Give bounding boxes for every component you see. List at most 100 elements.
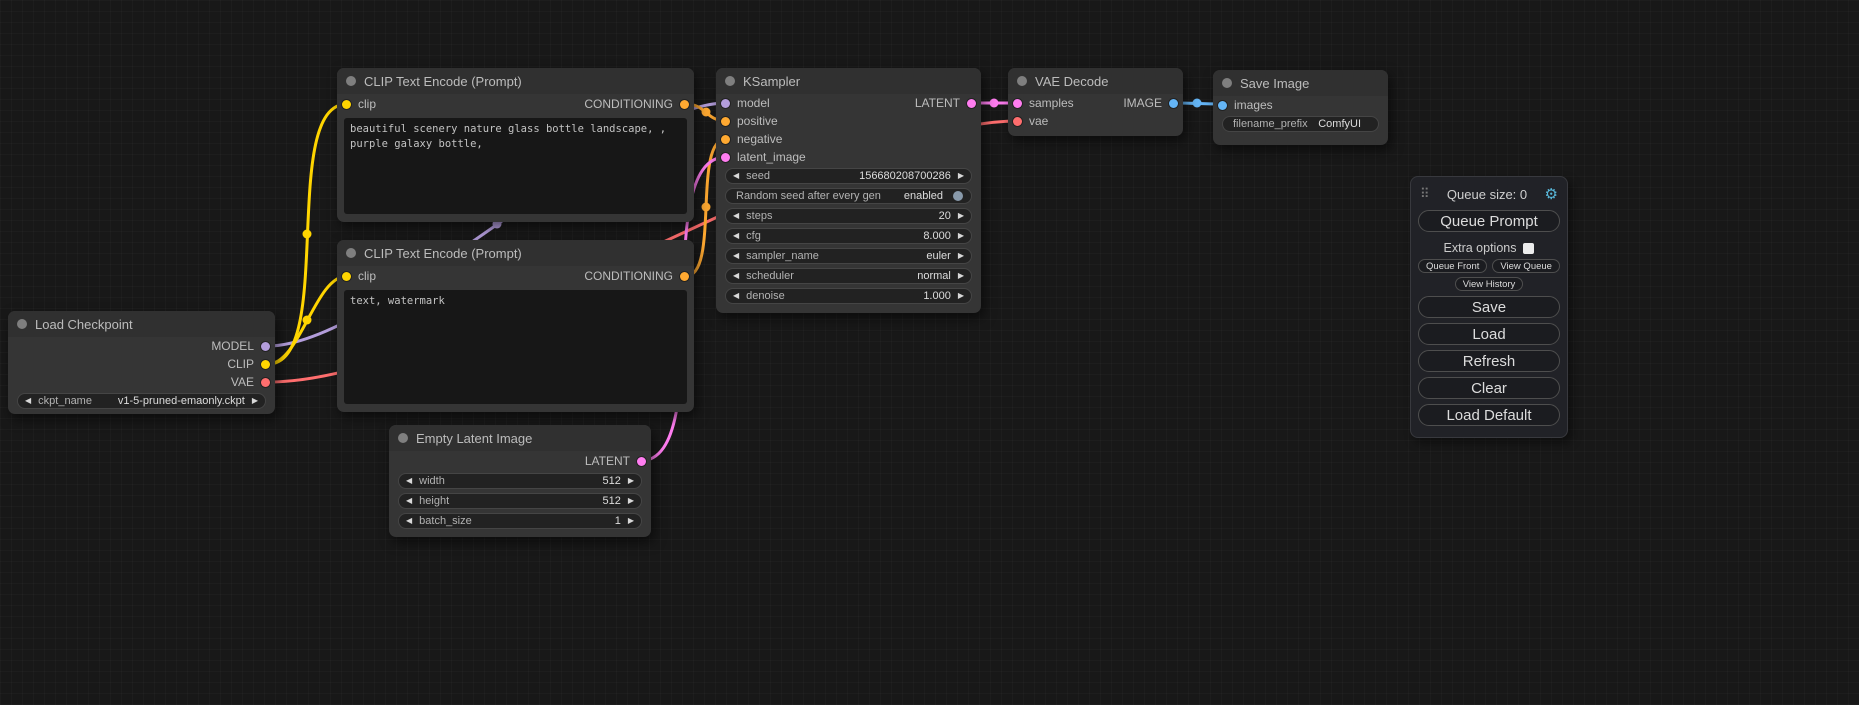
save-button[interactable]: Save [1418,296,1560,318]
latent-output-slot[interactable] [637,457,646,466]
decrement-arrow-icon[interactable]: ◀ [733,212,739,220]
link-midpoint-dot [702,108,711,117]
node-vae-decode: VAE Decode samples IMAGE vae [1008,68,1183,136]
node-title: Load Checkpoint [35,317,133,332]
decrement-arrow-icon[interactable]: ◀ [733,232,739,240]
node-clip-text-encode-positive: CLIP Text Encode (Prompt) clip CONDITION… [337,68,694,222]
node-title-bar[interactable]: VAE Decode [1008,68,1183,94]
link-midpoint-dot [1193,99,1202,108]
increment-arrow-icon[interactable]: ▶ [958,292,964,300]
node-title: Empty Latent Image [416,431,532,446]
image-output-label: IMAGE [1123,96,1162,110]
view-history-button[interactable]: View History [1455,277,1524,291]
samples-input-slot[interactable] [1013,99,1022,108]
load-default-button[interactable]: Load Default [1418,404,1560,426]
increment-arrow-icon[interactable]: ▶ [628,477,634,485]
denoise-widget[interactable]: ◀ denoise 1.000 ▶ [725,288,972,304]
height-widget[interactable]: ◀ height 512 ▶ [398,493,642,509]
link-midpoint-dot [303,316,312,325]
random-seed-toggle-widget[interactable]: Random seed after every gen enabled [725,188,972,204]
sampler-name-widget[interactable]: ◀ sampler_name euler ▶ [725,248,972,264]
increment-arrow-icon[interactable]: ▶ [958,212,964,220]
latent-output-slot[interactable] [967,99,976,108]
queue-prompt-button[interactable]: Queue Prompt [1418,210,1560,232]
positive-prompt-textarea[interactable]: beautiful scenery nature glass bottle la… [344,118,687,214]
increment-arrow-icon[interactable]: ▶ [958,272,964,280]
increment-arrow-icon[interactable]: ▶ [628,497,634,505]
node-title-bar[interactable]: Empty Latent Image [389,425,651,451]
increment-arrow-icon[interactable]: ▶ [958,252,964,260]
conditioning-output-slot[interactable] [680,272,689,281]
vae-input-label: vae [1029,114,1048,128]
settings-gear-icon[interactable]: ⚙ [1545,185,1558,203]
refresh-button[interactable]: Refresh [1418,350,1560,372]
conditioning-output-slot[interactable] [680,100,689,109]
seed-widget[interactable]: ◀ seed 156680208700286 ▶ [725,168,972,184]
clip-output-slot[interactable] [261,360,270,369]
cfg-widget[interactable]: ◀ cfg 8.000 ▶ [725,228,972,244]
node-clip-text-encode-negative: CLIP Text Encode (Prompt) clip CONDITION… [337,240,694,412]
node-title-bar[interactable]: Save Image [1213,70,1388,96]
menu-drag-handle-icon[interactable]: ⠿ [1420,186,1430,202]
node-title-bar[interactable]: KSampler [716,68,981,94]
images-input-slot[interactable] [1218,101,1227,110]
width-widget[interactable]: ◀ width 512 ▶ [398,473,642,489]
negative-input-slot[interactable] [721,135,730,144]
extra-options-label: Extra options [1444,241,1517,255]
clear-button[interactable]: Clear [1418,377,1560,399]
conditioning-output-label: CONDITIONING [584,269,673,283]
node-status-dot [725,76,735,86]
vae-input-slot[interactable] [1013,117,1022,126]
node-load-checkpoint: Load Checkpoint MODEL CLIP VAE ◀ ckpt_na… [8,311,275,414]
node-status-dot [346,76,356,86]
view-queue-button[interactable]: View Queue [1492,259,1560,273]
images-input-label: images [1234,98,1273,112]
decrement-arrow-icon[interactable]: ◀ [733,272,739,280]
model-output-slot[interactable] [261,342,270,351]
decrement-arrow-icon[interactable]: ◀ [25,397,31,405]
widget-value: v1-5-pruned-emaonly.ckpt [118,395,245,407]
toggle-on-dot[interactable] [953,191,963,201]
decrement-arrow-icon[interactable]: ◀ [733,172,739,180]
latent-output-label: LATENT [915,96,960,110]
node-title-bar[interactable]: CLIP Text Encode (Prompt) [337,68,694,94]
node-title-bar[interactable]: CLIP Text Encode (Prompt) [337,240,694,266]
extra-options-checkbox[interactable] [1523,243,1534,254]
increment-arrow-icon[interactable]: ▶ [252,397,258,405]
filename-prefix-widget[interactable]: filename_prefix ComfyUI [1222,116,1379,132]
clip-input-label: clip [358,97,376,111]
negative-prompt-textarea[interactable]: text, watermark [344,290,687,404]
scheduler-widget[interactable]: ◀ scheduler normal ▶ [725,268,972,284]
node-status-dot [17,319,27,329]
clip-input-slot[interactable] [342,100,351,109]
decrement-arrow-icon[interactable]: ◀ [406,477,412,485]
node-status-dot [1017,76,1027,86]
samples-input-label: samples [1029,96,1074,110]
steps-widget[interactable]: ◀ steps 20 ▶ [725,208,972,224]
increment-arrow-icon[interactable]: ▶ [958,232,964,240]
increment-arrow-icon[interactable]: ▶ [628,517,634,525]
comfyui-canvas[interactable]: { "colors": { "MODEL": "#B39DDB", "CLIP"… [0,0,1859,705]
load-button[interactable]: Load [1418,323,1560,345]
link-midpoint-dot [303,230,312,239]
positive-input-slot[interactable] [721,117,730,126]
latent-image-input-slot[interactable] [721,153,730,162]
queue-front-button[interactable]: Queue Front [1418,259,1487,273]
node-title: Save Image [1240,76,1309,91]
decrement-arrow-icon[interactable]: ◀ [406,517,412,525]
increment-arrow-icon[interactable]: ▶ [958,172,964,180]
positive-input-label: positive [737,114,778,128]
decrement-arrow-icon[interactable]: ◀ [406,497,412,505]
ckpt-name-widget[interactable]: ◀ ckpt_name v1-5-pruned-emaonly.ckpt ▶ [17,393,266,409]
vae-output-slot[interactable] [261,378,270,387]
node-title-bar[interactable]: Load Checkpoint [8,311,275,337]
model-input-slot[interactable] [721,99,730,108]
image-output-slot[interactable] [1169,99,1178,108]
node-status-dot [346,248,356,258]
decrement-arrow-icon[interactable]: ◀ [733,252,739,260]
model-output-label: MODEL [211,339,254,353]
clip-input-slot[interactable] [342,272,351,281]
decrement-arrow-icon[interactable]: ◀ [733,292,739,300]
batch-size-widget[interactable]: ◀ batch_size 1 ▶ [398,513,642,529]
widget-name: ckpt_name [38,395,92,407]
